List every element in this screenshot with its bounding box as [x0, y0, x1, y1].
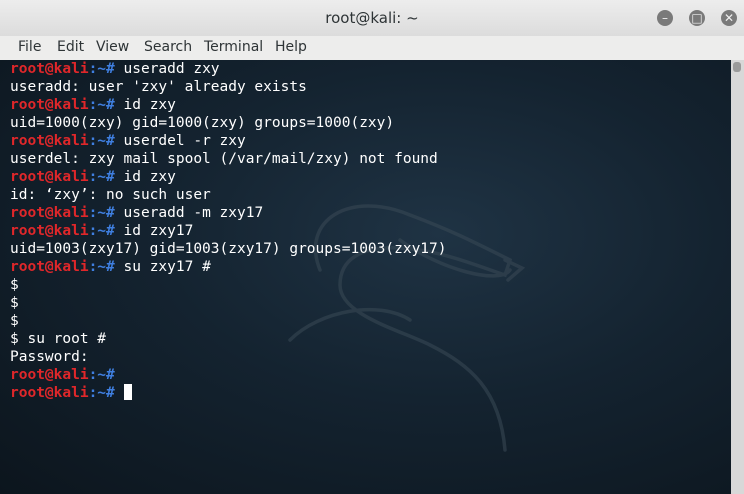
prompt-line: root@kali:~# userdel -r zxy	[10, 132, 447, 150]
command-text: su zxy17 #	[114, 259, 211, 275]
prompt-path: :~#	[88, 61, 115, 77]
prompt-user: root@kali	[10, 385, 89, 401]
menu-help[interactable]: Help	[275, 39, 307, 55]
output-text: $ su root #	[10, 331, 107, 347]
prompt-user: root@kali	[10, 223, 89, 239]
prompt-path: :~#	[88, 385, 115, 401]
prompt-path: :~#	[88, 367, 115, 383]
scrollbar-thumb[interactable]	[733, 62, 741, 72]
output-line: $	[10, 276, 447, 294]
prompt-line: root@kali:~# useradd zxy	[10, 60, 447, 78]
command-text: id zxy	[114, 169, 176, 185]
menu-terminal[interactable]: Terminal	[204, 39, 263, 55]
prompt-line: root@kali:~# id zxy	[10, 168, 447, 186]
output-text: uid=1000(zxy) gid=1000(zxy) groups=1000(…	[10, 115, 395, 131]
menu-view[interactable]: View	[96, 39, 129, 55]
output-line: $	[10, 294, 447, 312]
output-line: id: ‘zxy’: no such user	[10, 186, 447, 204]
menu-search[interactable]: Search	[144, 39, 192, 55]
output-line: uid=1003(zxy17) gid=1003(zxy17) groups=1…	[10, 240, 447, 258]
output-text: $	[10, 295, 19, 311]
prompt-path: :~#	[88, 97, 115, 113]
title-bar[interactable]: root@kali: ~ – □ ✕	[0, 0, 744, 37]
scrollbar[interactable]	[731, 60, 744, 494]
output-text: uid=1003(zxy17) gid=1003(zxy17) groups=1…	[10, 241, 447, 257]
prompt-user: root@kali	[10, 367, 89, 383]
terminal-window: root@kali: ~ – □ ✕ File Edit View Search…	[0, 0, 744, 494]
prompt-line: root@kali:~# useradd -m zxy17	[10, 204, 447, 222]
menu-edit[interactable]: Edit	[57, 39, 84, 55]
output-line: uid=1000(zxy) gid=1000(zxy) groups=1000(…	[10, 114, 447, 132]
terminal-output: root@kali:~# useradd zxy useradd: user 'z…	[10, 60, 447, 402]
output-text: useradd: user 'zxy' already exists	[10, 79, 307, 95]
output-text: $	[10, 277, 19, 293]
output-line: $ su root #	[10, 330, 447, 348]
command-text: userdel -r zxy	[114, 133, 246, 149]
prompt-path: :~#	[88, 223, 115, 239]
minimize-icon[interactable]: –	[657, 10, 673, 26]
window-title: root@kali: ~	[325, 9, 419, 27]
output-line: $	[10, 312, 447, 330]
output-text: $	[10, 313, 19, 329]
output-line: Password:	[10, 348, 447, 366]
prompt-line: root@kali:~# su zxy17 #	[10, 258, 447, 276]
prompt-user: root@kali	[10, 169, 89, 185]
output-line: useradd: user 'zxy' already exists	[10, 78, 447, 96]
command-text: id zxy	[114, 97, 176, 113]
prompt-user: root@kali	[10, 259, 89, 275]
prompt-user: root@kali	[10, 61, 89, 77]
output-text: Password:	[10, 349, 89, 365]
prompt-user: root@kali	[10, 97, 89, 113]
prompt-line: root@kali:~# id zxy	[10, 96, 447, 114]
close-icon[interactable]: ✕	[721, 10, 737, 26]
prompt-user: root@kali	[10, 133, 89, 149]
output-text: id: ‘zxy’: no such user	[10, 187, 211, 203]
text-cursor	[123, 384, 132, 400]
output-line: userdel: zxy mail spool (/var/mail/zxy) …	[10, 150, 447, 168]
prompt-path: :~#	[88, 133, 115, 149]
command-text: useradd -m zxy17	[114, 205, 264, 221]
command-text: useradd zxy	[114, 61, 220, 77]
prompt-path: :~#	[88, 205, 115, 221]
menu-file[interactable]: File	[18, 39, 41, 55]
prompt-user: root@kali	[10, 205, 89, 221]
terminal-area[interactable]: root@kali:~# useradd zxy useradd: user 'z…	[0, 60, 731, 494]
prompt-path: :~#	[88, 169, 115, 185]
output-text: userdel: zxy mail spool (/var/mail/zxy) …	[10, 151, 438, 167]
prompt-line: root@kali:~#	[10, 384, 447, 402]
command-text: id zxy17	[114, 223, 194, 239]
prompt-line: root@kali:~# id zxy17	[10, 222, 447, 240]
menu-bar: File Edit View Search Terminal Help	[0, 36, 744, 61]
command-text	[115, 385, 124, 401]
prompt-path: :~#	[88, 259, 115, 275]
prompt-line: root@kali:~#	[10, 366, 447, 384]
maximize-icon[interactable]: □	[689, 10, 705, 26]
